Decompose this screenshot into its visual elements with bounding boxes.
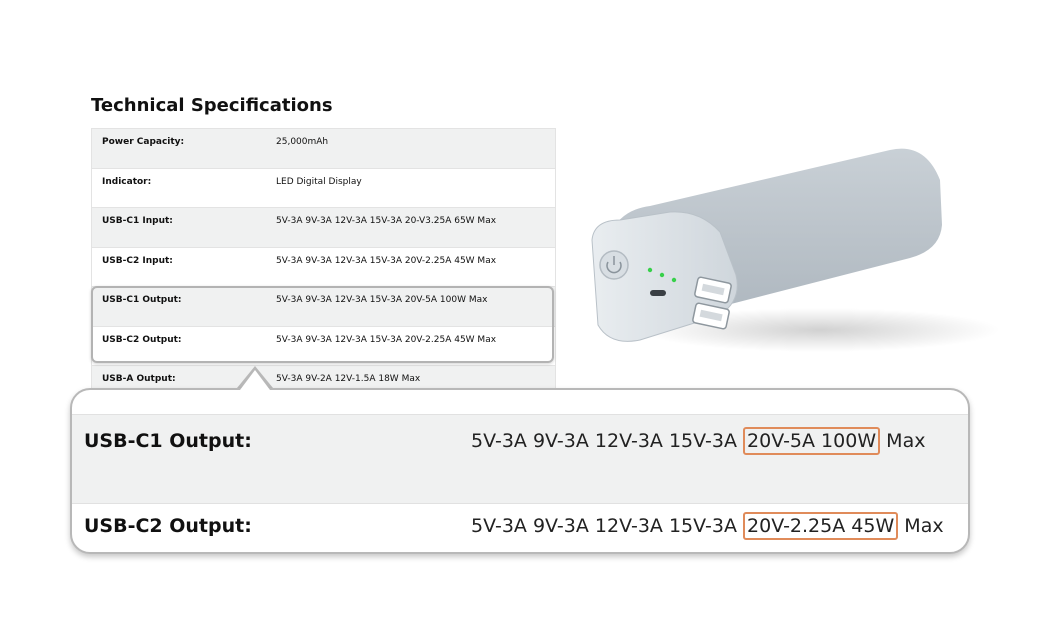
zoom-row: USB-C2 Output: 5V-3A 9V-3A 12V-3A 15V-3A… (72, 503, 968, 552)
spec-label: USB-C1 Input: (102, 216, 173, 226)
spec-label: Indicator: (102, 176, 152, 187)
table-row: USB-C1 Input: 5V-3A 9V-3A 12V-3A 15V-3A … (92, 208, 555, 248)
callout-pointer-fill (240, 370, 270, 390)
highlight-frame (91, 286, 554, 363)
highlighted-value: 20V-2.25A 45W (743, 512, 899, 540)
power-bank-illustration (591, 148, 1000, 352)
value-prefix: 5V-3A 9V-3A 12V-3A 15V-3A (471, 515, 737, 537)
zoom-value: 5V-3A 9V-3A 12V-3A 15V-3A 20V-2.25A 45W … (471, 512, 944, 540)
highlighted-value: 20V-5A 100W (743, 427, 881, 455)
spec-label: Power Capacity: (102, 137, 185, 147)
table-row: Power Capacity: 25,000mAh (92, 129, 555, 169)
section-title: Technical Specifications (91, 95, 333, 116)
spec-table: Power Capacity: 25,000mAh Indicator: LED… (91, 128, 556, 406)
power-bank-image (580, 140, 1000, 355)
zoom-callout: USB-C1 Output: 5V-3A 9V-3A 12V-3A 15V-3A… (70, 388, 970, 554)
zoom-label: USB-C1 Output: (84, 430, 252, 452)
table-row: Indicator: LED Digital Display (92, 169, 555, 208)
spec-value: 25,000mAh (276, 137, 329, 147)
spec-label: USB-C2 Input: (102, 255, 173, 266)
zoom-row: USB-C1 Output: 5V-3A 9V-3A 12V-3A 15V-3A… (72, 414, 968, 504)
spec-value: 5V-3A 9V-2A 12V-1.5A 18W Max (276, 374, 421, 384)
spec-label: USB-A Output: (102, 374, 176, 384)
value-prefix: 5V-3A 9V-3A 12V-3A 15V-3A (471, 430, 737, 452)
zoom-label: USB-C2 Output: (84, 515, 252, 537)
spec-value: 5V-3A 9V-3A 12V-3A 15V-3A 20V-2.25A 45W … (276, 255, 497, 266)
value-suffix: Max (886, 430, 926, 452)
value-suffix: Max (904, 515, 944, 537)
spec-value: 5V-3A 9V-3A 12V-3A 15V-3A 20-V3.25A 65W … (276, 216, 497, 226)
zoom-value: 5V-3A 9V-3A 12V-3A 15V-3A 20V-5A 100W Ma… (471, 427, 926, 455)
spec-value: LED Digital Display (276, 176, 362, 187)
table-row: USB-C2 Input: 5V-3A 9V-3A 12V-3A 15V-3A … (92, 248, 555, 287)
